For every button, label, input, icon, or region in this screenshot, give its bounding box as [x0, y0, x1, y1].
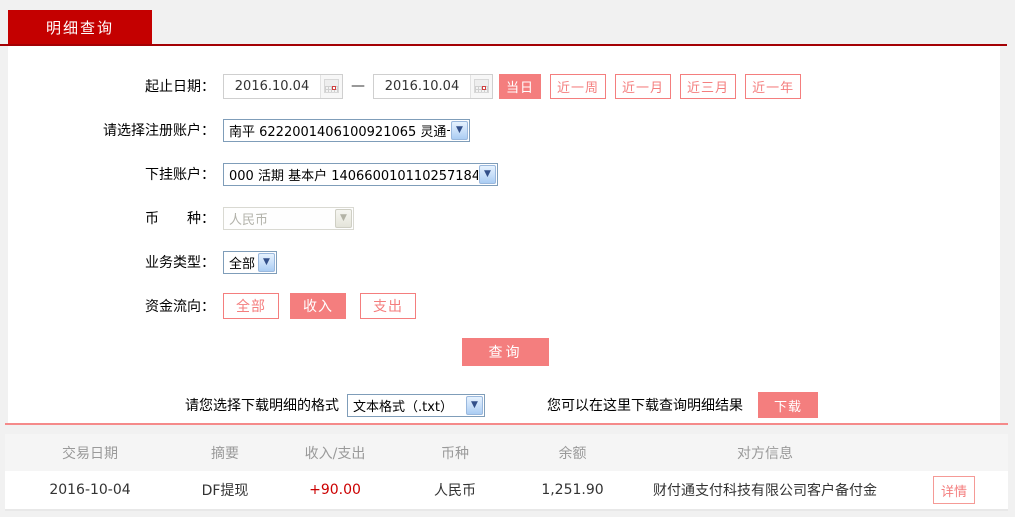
registered-account-select[interactable]: 南平 6222001406100921065 灵通卡 ▼ [223, 118, 470, 142]
fund-flow-all-button[interactable]: 全部 [223, 293, 279, 319]
cell-amount: +90.00 [309, 482, 361, 498]
currency-select: 人民币 ▼ [223, 206, 354, 230]
sub-account-row: 下挂账户： 000 活期 基本户 1406600101102571848 ▼ [8, 161, 1000, 187]
tab-bar: 明细查询 [0, 0, 1015, 44]
detail-query-page: 明细查询 起止日期： 2016.10.04 — 2016.10.04 当日 近一… [0, 0, 1015, 517]
start-date-input[interactable]: 2016.10.04 [223, 73, 343, 99]
currency-row: 币 种： 人民币 ▼ [8, 205, 1000, 231]
start-date-value: 2016.10.04 [234, 78, 310, 94]
currency-label: 币 种： [145, 211, 215, 227]
header-currency: 币种 [441, 445, 469, 462]
fund-flow-label: 资金流向： [145, 299, 215, 315]
chevron-down-icon[interactable]: ▼ [258, 252, 275, 272]
cell-balance: 1,251.90 [541, 482, 604, 498]
chevron-down-icon[interactable]: ▼ [466, 395, 483, 415]
download-button[interactable]: 下载 [758, 392, 818, 418]
download-format-select[interactable]: 文本格式（.txt） ▼ [347, 393, 485, 417]
chevron-down-icon[interactable]: ▼ [451, 120, 468, 140]
sub-account-value: 000 活期 基本户 1406600101102571848 [229, 168, 478, 184]
query-form-panel: 起止日期： 2016.10.04 — 2016.10.04 当日 近一周 近一月… [8, 46, 1000, 423]
fund-flow-row: 资金流向： 全部 收入 支出 [8, 293, 1000, 319]
quick-range-month-button[interactable]: 近一月 [615, 73, 672, 99]
results-separator [5, 423, 1008, 425]
start-date-calendar-button[interactable] [320, 74, 342, 98]
registered-account-row: 请选择注册账户： 南平 6222001406100921065 灵通卡 ▼ [8, 117, 1000, 143]
quick-range-week-button[interactable]: 近一周 [550, 73, 607, 99]
query-button[interactable]: 查询 [462, 338, 549, 366]
quick-range-quarter-button[interactable]: 近三月 [680, 73, 737, 99]
date-range-row: 起止日期： 2016.10.04 — 2016.10.04 当日 近一周 近一月… [8, 73, 1000, 99]
fund-flow-income-button[interactable]: 收入 [290, 293, 346, 319]
tab-detail-query[interactable]: 明细查询 [8, 10, 152, 44]
quick-range-today-button[interactable]: 当日 [499, 73, 542, 99]
cell-counterparty: 财付通支付科技有限公司客户备付金 [653, 483, 877, 499]
header-date: 交易日期 [62, 445, 118, 462]
download-format-value: 文本格式（.txt） [353, 399, 454, 415]
header-summary: 摘要 [211, 445, 239, 462]
sub-account-select[interactable]: 000 活期 基本户 1406600101102571848 ▼ [223, 162, 498, 186]
calendar-icon [474, 79, 489, 93]
header-balance: 余额 [558, 445, 587, 462]
table-row: 2016-10-04 DF提现 +90.00 人民币 1,251.90 财付通支… [5, 471, 1008, 511]
date-range-separator: — [351, 78, 365, 94]
end-date-input[interactable]: 2016.10.04 [373, 73, 493, 99]
detail-button[interactable]: 详情 [933, 476, 975, 504]
fund-flow-expense-button[interactable]: 支出 [360, 293, 416, 319]
registered-account-label: 请选择注册账户： [103, 123, 215, 139]
calendar-icon [324, 79, 339, 93]
business-type-label: 业务类型： [145, 255, 215, 271]
header-counterparty: 对方信息 [737, 445, 793, 462]
sub-account-label: 下挂账户： [145, 167, 215, 183]
table-header-row: 交易日期 摘要 收入/支出 币种 余额 对方信息 [5, 434, 1008, 471]
business-type-value: 全部 [229, 256, 256, 272]
cell-summary: DF提现 [201, 483, 249, 499]
end-date-calendar-button[interactable] [470, 74, 492, 98]
download-row: 请您选择下载明细的格式 文本格式（.txt） ▼ 您可以在这里下载查询明细结果 … [8, 392, 1000, 418]
download-format-label: 请您选择下载明细的格式 [185, 398, 339, 414]
cell-currency: 人民币 [434, 483, 476, 499]
business-type-row: 业务类型： 全部 ▼ [8, 249, 1000, 275]
results-table: 交易日期 摘要 收入/支出 币种 余额 对方信息 2016-10-04 DF提现… [5, 434, 1008, 511]
registered-account-value: 南平 6222001406100921065 灵通卡 [229, 124, 450, 140]
chevron-down-icon[interactable]: ▼ [479, 164, 496, 184]
end-date-value: 2016.10.04 [384, 78, 460, 94]
currency-value: 人民币 [229, 212, 269, 228]
cell-date: 2016-10-04 [49, 482, 131, 498]
quick-range-year-button[interactable]: 近一年 [745, 73, 802, 99]
header-in-out: 收入/支出 [304, 445, 366, 462]
date-range-label: 起止日期： [145, 79, 215, 95]
download-hint-text: 您可以在这里下载查询明细结果 [547, 398, 743, 414]
business-type-select[interactable]: 全部 ▼ [223, 250, 277, 274]
chevron-down-icon: ▼ [335, 208, 352, 228]
